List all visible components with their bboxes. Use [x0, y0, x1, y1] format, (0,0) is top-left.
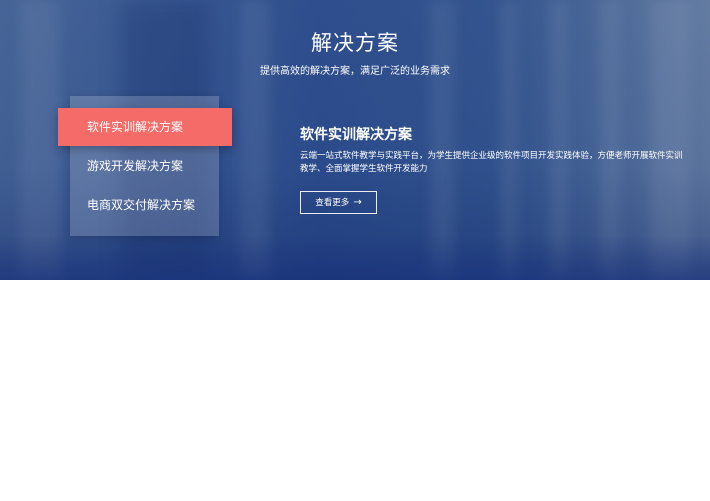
menu-item-label: 软件实训解决方案 — [87, 120, 184, 134]
menu-item-game-development[interactable]: 游戏开发解决方案 — [70, 147, 183, 185]
menu-item-ecommerce[interactable]: 电商双交付解决方案 — [70, 186, 195, 224]
menu-item-label: 游戏开发解决方案 — [87, 159, 184, 173]
menu-item-software-training[interactable]: 软件实训解决方案 — [58, 108, 232, 146]
hero-banner: 解决方案 提供高效的解决方案，满足广泛的业务需求 软件实训解决方案 游戏开发解决… — [0, 0, 710, 280]
page-subtitle: 提供高效的解决方案，满足广泛的业务需求 — [260, 66, 450, 77]
hero-bottom-band — [0, 235, 710, 280]
solution-description: 云端一站式软件教学与实践平台，为学生提供企业级的软件项目开发实践体验，方便老师开… — [300, 151, 683, 174]
page-title: 解决方案 — [311, 31, 399, 55]
arrow-right-icon: → — [353, 197, 362, 208]
view-more-button[interactable]: 查看更多 → — [300, 191, 377, 214]
solution-title: 软件实训解决方案 — [300, 127, 412, 143]
menu-item-label: 电商双交付解决方案 — [87, 198, 196, 212]
view-more-label: 查看更多 — [315, 198, 350, 208]
solution-menu: 软件实训解决方案 游戏开发解决方案 电商双交付解决方案 — [58, 96, 232, 236]
